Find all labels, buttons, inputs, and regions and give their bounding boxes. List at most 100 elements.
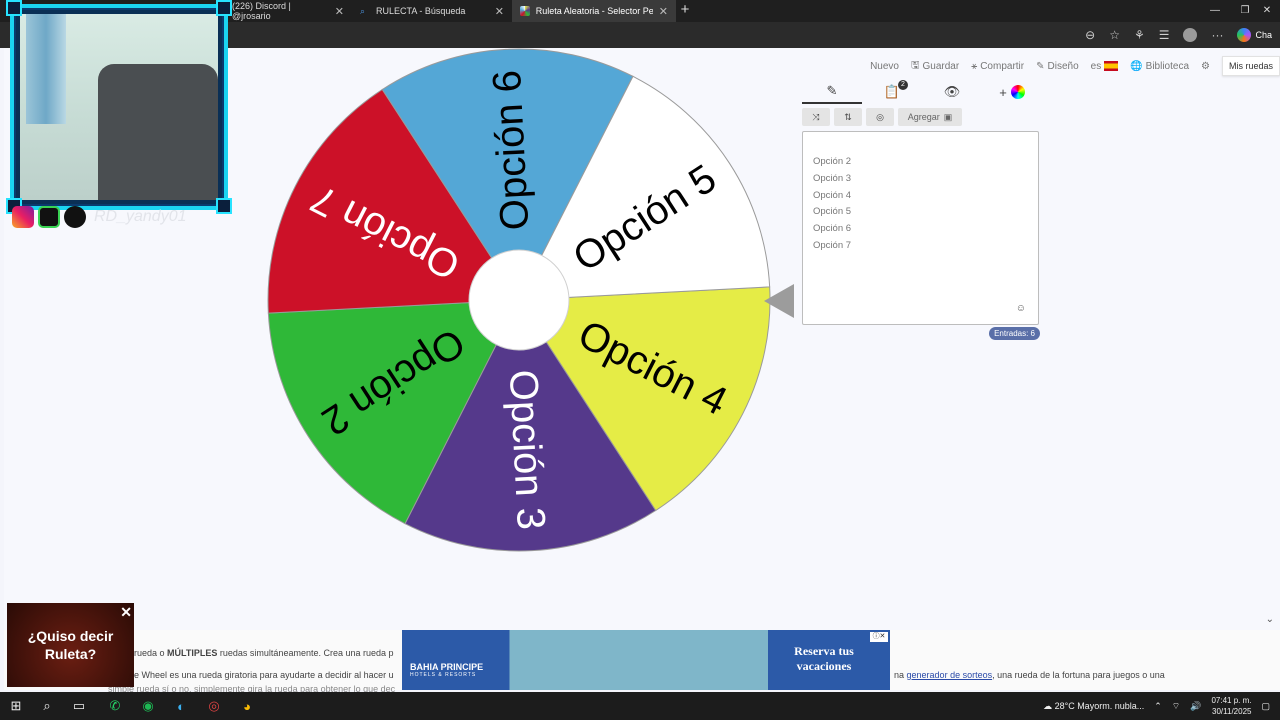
wheel-pointer bbox=[764, 284, 794, 318]
add-image-button[interactable]: Agregar ▣ bbox=[898, 108, 962, 126]
clock-date: 30/11/2025 bbox=[1212, 707, 1252, 716]
shuffle-icon: ⤨ bbox=[812, 111, 820, 122]
weather-widget[interactable]: ☁ 28°C Mayorm. nubla... bbox=[1043, 701, 1144, 712]
language-selector[interactable]: es bbox=[1091, 61, 1119, 72]
copilot-button[interactable]: Cha bbox=[1237, 28, 1272, 42]
task-view-icon[interactable]: ▭ bbox=[70, 697, 88, 715]
color-wheel-icon bbox=[1010, 85, 1025, 99]
image-icon: ◎ bbox=[876, 111, 884, 122]
close-icon[interactable]: ✕ bbox=[120, 603, 132, 621]
add-label: Agregar bbox=[907, 112, 940, 122]
spin-wheel[interactable]: Opción 4 Opción 3 Opción 2 Opción 7 Opción 6… bbox=[266, 47, 772, 553]
suggestion-popup[interactable]: ¿Quiso decir Ruleta? ✕ bbox=[7, 603, 134, 687]
social-username: RD_yandy01 bbox=[94, 208, 187, 225]
ad-close-icon[interactable]: ⓘ✕ bbox=[870, 632, 888, 642]
weather-text: 28°C Mayorm. nubla... bbox=[1054, 700, 1145, 711]
tiktok-icon bbox=[64, 206, 86, 228]
close-window-button[interactable]: ✕ bbox=[1252, 0, 1280, 22]
ad-brand: BAHIA PRINCIPE HOTELS & RESORTS bbox=[410, 662, 483, 678]
favorite-star-icon[interactable]: ☆ bbox=[1109, 28, 1120, 42]
image-button[interactable]: ◎ bbox=[866, 108, 894, 126]
whatsapp-icon[interactable]: ✆ bbox=[106, 697, 124, 715]
collections-icon[interactable]: ☰ bbox=[1159, 28, 1170, 42]
tab-add-wheel[interactable]: + bbox=[982, 80, 1042, 104]
extensions-icon[interactable]: ⚘ bbox=[1134, 28, 1145, 42]
entry-line: Opción 3 bbox=[813, 172, 852, 184]
tab-edit[interactable]: ✎ bbox=[802, 80, 862, 104]
network-icon[interactable]: ⌔ bbox=[1172, 701, 1180, 712]
windows-start-icon[interactable]: ⊞ bbox=[7, 697, 25, 715]
cloud-icon: ☁ bbox=[1043, 700, 1053, 711]
pencil-icon: ✎ bbox=[826, 83, 838, 98]
volume-icon[interactable]: 🔊 bbox=[1190, 701, 1201, 712]
copilot-label: Cha bbox=[1255, 30, 1272, 40]
nuevo-link[interactable]: Nuevo bbox=[870, 61, 899, 72]
ad-cta[interactable]: Reserva tus vacaciones bbox=[774, 644, 874, 674]
frame-corner bbox=[216, 0, 232, 16]
edge-icon[interactable]: ◐ bbox=[172, 697, 190, 715]
tab-title: RULECTA - Búsqueda bbox=[376, 6, 466, 16]
biblioteca-link[interactable]: 🌐 Biblioteca bbox=[1130, 61, 1189, 72]
save-icon: 🖫 bbox=[910, 59, 920, 71]
wheel-segment-label: Opción 6 bbox=[485, 69, 537, 231]
shuffle-button[interactable]: ⤨ bbox=[802, 108, 830, 126]
brush-icon: ✎ bbox=[1036, 60, 1045, 72]
app-icon[interactable]: ◎ bbox=[205, 697, 223, 715]
reader-icon[interactable]: ⊖ bbox=[1085, 28, 1095, 42]
close-tab-icon[interactable]: ✕ bbox=[335, 5, 344, 18]
entry-line: Opción 7 bbox=[813, 239, 852, 251]
sort-button[interactable]: ⇅ bbox=[834, 108, 862, 126]
panel-tabs: ✎ 📋 2 👁 + bbox=[802, 80, 1042, 104]
tab-results[interactable]: 📋 2 bbox=[862, 80, 922, 104]
sort-icon: ⇅ bbox=[844, 111, 852, 122]
chrome-icon[interactable]: ◕ bbox=[238, 697, 256, 715]
webcam-overlay bbox=[6, 0, 232, 214]
spain-flag-icon bbox=[1104, 61, 1119, 71]
notifications-icon[interactable]: ▢ bbox=[1261, 701, 1270, 712]
profile-avatar[interactable] bbox=[1183, 28, 1198, 42]
settings-icon[interactable]: ⚙ bbox=[1201, 61, 1210, 72]
results-badge: 2 bbox=[898, 80, 908, 90]
diseno-link[interactable]: ✎ Diseño bbox=[1036, 61, 1079, 72]
webcam-feed bbox=[20, 14, 218, 200]
biblioteca-label: Biblioteca bbox=[1145, 60, 1190, 72]
tab-search[interactable]: ⌕ RULECTA - Búsqueda ✕ bbox=[352, 0, 512, 22]
minimize-button[interactable]: — bbox=[1200, 0, 1230, 22]
social-handles: RD_yandy01 bbox=[12, 206, 187, 228]
description-line-2-right: na generador de sorteos, una rueda de la… bbox=[894, 670, 1165, 680]
tab-hide[interactable]: 👁 bbox=[922, 80, 982, 104]
line2-right-rest: , una rueda de la fortuna para juegos o … bbox=[992, 670, 1165, 680]
compartir-label: Compartir bbox=[980, 60, 1025, 72]
guardar-link[interactable]: 🖫 Guardar bbox=[911, 58, 959, 75]
entries-textarea[interactable]: Opción 2 Opción 3 Opción 4 Opción 5 Opci… bbox=[802, 131, 1039, 325]
wheel-center-hub[interactable] bbox=[468, 249, 570, 351]
new-tab-button[interactable]: + bbox=[676, 0, 694, 22]
chevron-up-icon[interactable]: ⌃ bbox=[1154, 701, 1162, 712]
line1-rest: ruedas simultáneamente. Crea una rueda p bbox=[219, 648, 394, 658]
entries-toolbar: ⤨ ⇅ ◎ Agregar ▣ bbox=[802, 108, 1042, 126]
globe-icon: 🌐 bbox=[1130, 60, 1143, 72]
mis-ruedas-button[interactable]: Mis ruedas bbox=[1221, 56, 1280, 76]
spotify-icon[interactable]: ◉ bbox=[139, 697, 157, 715]
chevron-down-icon[interactable]: ⌄ bbox=[1266, 614, 1274, 625]
compartir-link[interactable]: ⚹ Compartir bbox=[971, 61, 1024, 72]
close-tab-icon[interactable]: ✕ bbox=[659, 5, 668, 18]
wheel-graphic[interactable]: Opción 4Opción 3Opción 2Opción 7Opción 6… bbox=[266, 47, 772, 553]
search-icon[interactable]: ⌕ bbox=[38, 697, 56, 715]
kick-icon bbox=[38, 206, 60, 228]
curtain-shape bbox=[26, 14, 66, 124]
tab-discord[interactable]: (226) Discord | @jrosario ✕ bbox=[224, 0, 352, 22]
frame-corner bbox=[216, 198, 232, 214]
advertisement-banner[interactable]: BAHIA PRINCIPE HOTELS & RESORTS Reserva … bbox=[402, 630, 890, 690]
clock[interactable]: 07:41 p. m. 30/11/2025 bbox=[1211, 695, 1251, 717]
frame-corner bbox=[6, 0, 22, 16]
more-menu-icon[interactable]: ··· bbox=[1211, 28, 1223, 42]
clock-time: 07:41 p. m. bbox=[1211, 696, 1252, 705]
tab-ruleta[interactable]: Ruleta Aleatoria - Selector Person ✕ bbox=[512, 0, 676, 22]
editor-panel: ✎ 📋 2 👁 + ⤨ ⇅ ◎ Agregar ▣ Opción 2 Opción … bbox=[802, 80, 1042, 340]
emoji-icon[interactable]: ☺ bbox=[1016, 303, 1026, 314]
windows-taskbar: ⊞ ⌕ ▭ ✆ ◉ ◐ ◎ ◕ ☁ 28°C Mayorm. nubla... … bbox=[0, 692, 1280, 720]
generador-sorteos-link[interactable]: generador de sorteos bbox=[907, 670, 993, 680]
close-tab-icon[interactable]: ✕ bbox=[495, 5, 504, 18]
wheel-favicon-icon bbox=[520, 6, 530, 16]
